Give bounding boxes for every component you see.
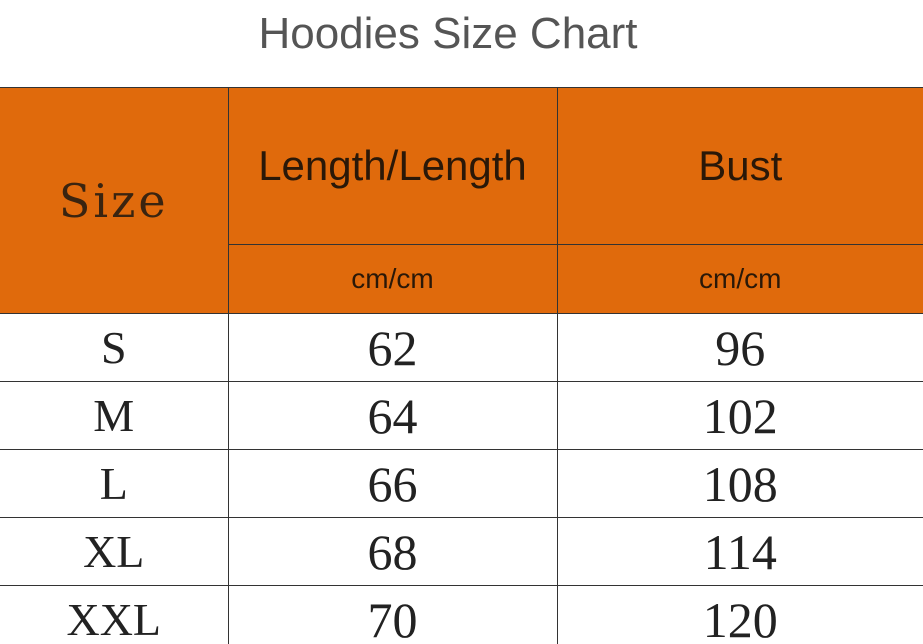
size-chart-page: Hoodies Size Chart Size Length/Length Bu… (0, 0, 923, 644)
size-column-header: Size (0, 87, 229, 314)
table-row: XL 68 114 (0, 517, 923, 586)
bust-cell: 96 (556, 313, 923, 382)
bust-cell: 108 (556, 449, 923, 518)
length-cell: 68 (227, 517, 558, 586)
length-cell: 64 (227, 381, 558, 450)
bust-unit-label: cm/cm (556, 244, 923, 314)
size-cell: L (0, 449, 229, 518)
table-row: L 66 108 (0, 449, 923, 518)
header-row: Size Length/Length Bust (0, 87, 923, 314)
table-row: XXL 70 120 (0, 585, 923, 644)
table-row: S 62 96 (0, 313, 923, 382)
size-cell: M (0, 381, 229, 450)
length-cell: 70 (227, 585, 558, 644)
length-unit-label: cm/cm (228, 244, 558, 314)
bust-cell: 114 (556, 517, 923, 586)
length-column-header: Length/Length (227, 87, 558, 245)
bust-cell: 102 (556, 381, 923, 450)
size-cell: XXL (0, 585, 229, 644)
bust-cell: 120 (556, 585, 923, 644)
size-cell: XL (0, 517, 229, 586)
size-chart-table: Size Length/Length Bust cm/cm cm/cm S 62… (0, 87, 923, 644)
bust-column-header: Bust (556, 87, 923, 245)
table-row: M 64 102 (0, 381, 923, 450)
page-title: Hoodies Size Chart (258, 9, 638, 58)
size-cell: S (0, 313, 229, 382)
length-cell: 62 (227, 313, 558, 382)
length-cell: 66 (227, 449, 558, 518)
